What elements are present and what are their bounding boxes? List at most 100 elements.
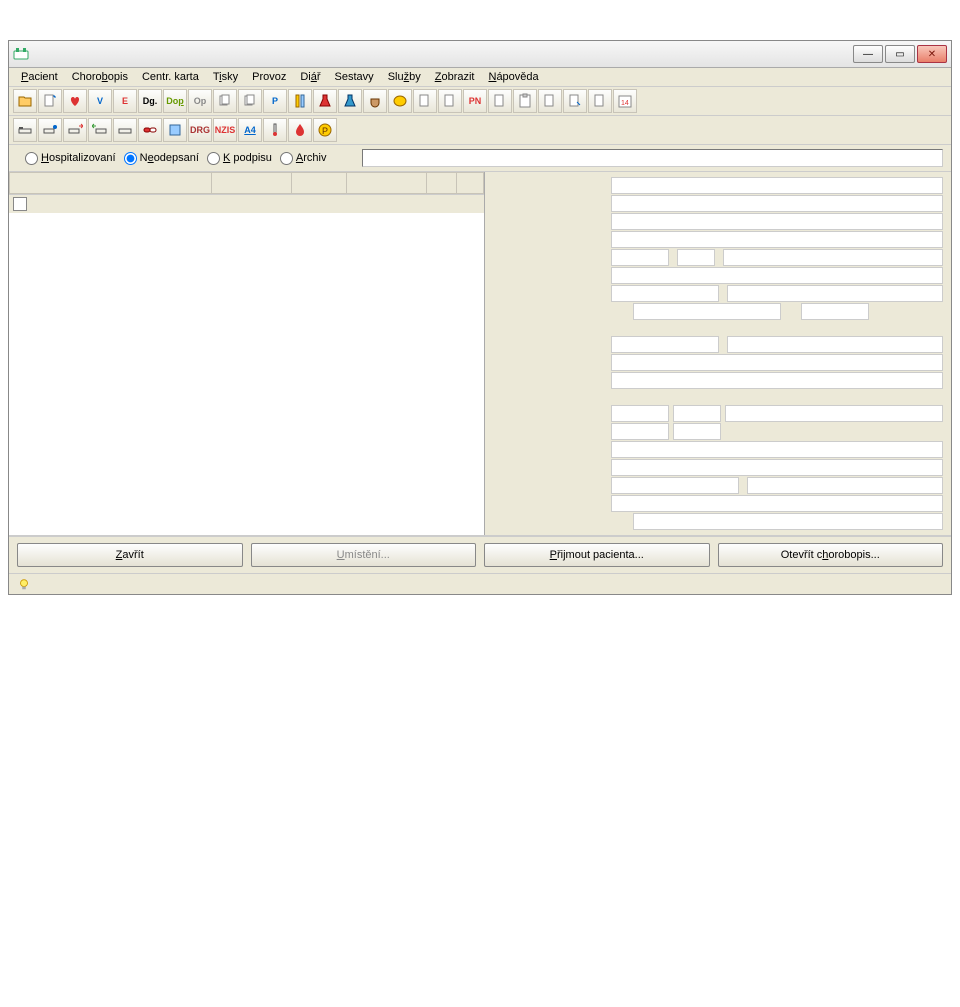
- val-preklad: [611, 441, 943, 458]
- col-prijmeni[interactable]: [10, 173, 212, 194]
- filter-opt-neodepsani[interactable]: Neodepsaní: [124, 152, 199, 165]
- val-cp2: [801, 303, 869, 320]
- tbtn-docs2-icon[interactable]: [238, 89, 262, 113]
- tbtn-doc5-icon[interactable]: [488, 89, 512, 113]
- tbtn-bed-info-icon[interactable]: [38, 118, 62, 142]
- val-cp1: [633, 303, 781, 320]
- tbtn-flask1-icon[interactable]: [313, 89, 337, 113]
- col-drg[interactable]: [292, 173, 347, 194]
- val-dieta: [611, 477, 739, 494]
- tbtn-drg[interactable]: DRG: [188, 118, 212, 142]
- tbtn-doc7-icon[interactable]: [563, 89, 587, 113]
- val-dg: [611, 354, 943, 371]
- filter-opt-hosp[interactable]: Hospitalizovaní: [25, 152, 116, 165]
- menu-tisky[interactable]: Tisky: [207, 70, 244, 84]
- tbtn-bed-in-icon[interactable]: [88, 118, 112, 142]
- umisteni-button[interactable]: Umístění...: [251, 543, 477, 567]
- intro-paragraph: [0, 0, 960, 30]
- tbtn-doc-star-icon[interactable]: [38, 89, 62, 113]
- menu-provoz[interactable]: Provoz: [246, 70, 292, 84]
- val-prijmeni: [611, 177, 943, 194]
- tbtn-bed2-icon[interactable]: [113, 118, 137, 142]
- tbtn-dg[interactable]: Dg.: [138, 89, 162, 113]
- tbtn-v-icon[interactable]: V: [88, 89, 112, 113]
- tbtn-drop-icon[interactable]: [288, 118, 312, 142]
- tbtn-dop[interactable]: Dop: [163, 89, 187, 113]
- val-narozeni: [611, 249, 669, 266]
- lightbulb-icon: [17, 577, 31, 591]
- main-area: [9, 172, 951, 536]
- tbtn-nzis[interactable]: NZIS: [213, 118, 237, 142]
- prijmout-button[interactable]: Přijmout pacienta...: [484, 543, 710, 567]
- tbtn-pills-icon[interactable]: [138, 118, 162, 142]
- toolbar-row-2: DRG NZIS A4 P: [9, 116, 951, 145]
- detail-panel: [485, 172, 951, 535]
- tbtn-cal-icon[interactable]: 14: [613, 89, 637, 113]
- menu-napoveda[interactable]: Nápověda: [482, 70, 544, 84]
- val-titul: [611, 213, 943, 230]
- tbtn-doc6-icon[interactable]: [538, 89, 562, 113]
- val-sdel: [633, 513, 943, 530]
- val-bydliste: [611, 267, 943, 284]
- tbtn-lab-icon[interactable]: [288, 89, 312, 113]
- grid-header-row[interactable]: [10, 173, 484, 194]
- tbtn-e-icon[interactable]: E: [113, 89, 137, 113]
- menu-sluzby[interactable]: Služby: [382, 70, 427, 84]
- menu-diar[interactable]: Diář: [294, 70, 326, 84]
- tbtn-pn[interactable]: PN: [463, 89, 487, 113]
- menu-sestavy[interactable]: Sestavy: [329, 70, 380, 84]
- tbtn-book-icon[interactable]: [163, 118, 187, 142]
- tbtn-doc8-icon[interactable]: [588, 89, 612, 113]
- col-extra: [456, 173, 483, 194]
- svg-text:14: 14: [621, 100, 629, 107]
- close-button[interactable]: Zavřít: [17, 543, 243, 567]
- menu-chorobopis[interactable]: Chorobopis: [66, 70, 134, 84]
- menu-zobrazit[interactable]: Zobrazit: [429, 70, 481, 84]
- maximize-button[interactable]: ▭: [885, 45, 915, 63]
- col-prijeti[interactable]: [346, 173, 426, 194]
- figure-caption: [0, 615, 960, 647]
- menubar: Pacient Chorobopis Centr. karta Tisky Pr…: [9, 68, 951, 87]
- filter-extra-input[interactable]: [362, 149, 943, 167]
- tbtn-board-icon[interactable]: [513, 89, 537, 113]
- tbtn-doc3-icon[interactable]: [413, 89, 437, 113]
- minimize-button[interactable]: —: [853, 45, 883, 63]
- val-rc: [611, 285, 719, 302]
- tbtn-cup-icon[interactable]: [363, 89, 387, 113]
- close-window-button[interactable]: ✕: [917, 45, 947, 63]
- filter-bar: Hospitalizovaní Neodepsaní K podpisu Arc…: [9, 145, 951, 172]
- val-delka: [611, 459, 943, 476]
- tbtn-p1[interactable]: P: [263, 89, 287, 113]
- app-icon: [13, 46, 29, 62]
- tbtn-coin-icon[interactable]: [388, 89, 412, 113]
- tbtn-a4[interactable]: A4: [238, 118, 262, 142]
- titlebar: — ▭ ✕: [9, 41, 951, 68]
- val-prijem-d: [611, 405, 669, 422]
- tbtn-open-icon[interactable]: [13, 89, 37, 113]
- toolbar-row-1: V E Dg. Dop Op P PN 14: [9, 87, 951, 116]
- val-prelozeni-d: [611, 423, 669, 440]
- tbtn-heart-icon[interactable]: [63, 89, 87, 113]
- tbtn-docs1-icon[interactable]: [213, 89, 237, 113]
- tbtn-op[interactable]: Op: [188, 89, 212, 113]
- col-p[interactable]: [427, 173, 456, 194]
- tbtn-doc4-icon[interactable]: [438, 89, 462, 113]
- filter-opt-kpodpisu[interactable]: K podpisu: [207, 152, 272, 165]
- grid-foot: [9, 194, 484, 213]
- val-typpac: [727, 285, 943, 302]
- val-jmeno: [611, 195, 943, 212]
- tbtn-pcoin-icon[interactable]: P: [313, 118, 337, 142]
- val-prelozeni-t: [673, 423, 721, 440]
- tbtn-thermo-icon[interactable]: [263, 118, 287, 142]
- tbtn-bed1-icon[interactable]: [13, 118, 37, 142]
- val-drg: [611, 495, 943, 512]
- tbtn-bed-out-icon[interactable]: [63, 118, 87, 142]
- filter-opt-archiv[interactable]: Archiv: [280, 152, 327, 165]
- val-rodprij: [611, 231, 943, 248]
- grid-foot-icon[interactable]: [13, 197, 27, 211]
- tbtn-flask2-icon[interactable]: [338, 89, 362, 113]
- otevrit-button[interactable]: Otevřít chorobopis...: [718, 543, 944, 567]
- menu-centr-karta[interactable]: Centr. karta: [136, 70, 205, 84]
- menu-pacient[interactable]: Pacient: [15, 70, 64, 84]
- col-umisteni[interactable]: [211, 173, 291, 194]
